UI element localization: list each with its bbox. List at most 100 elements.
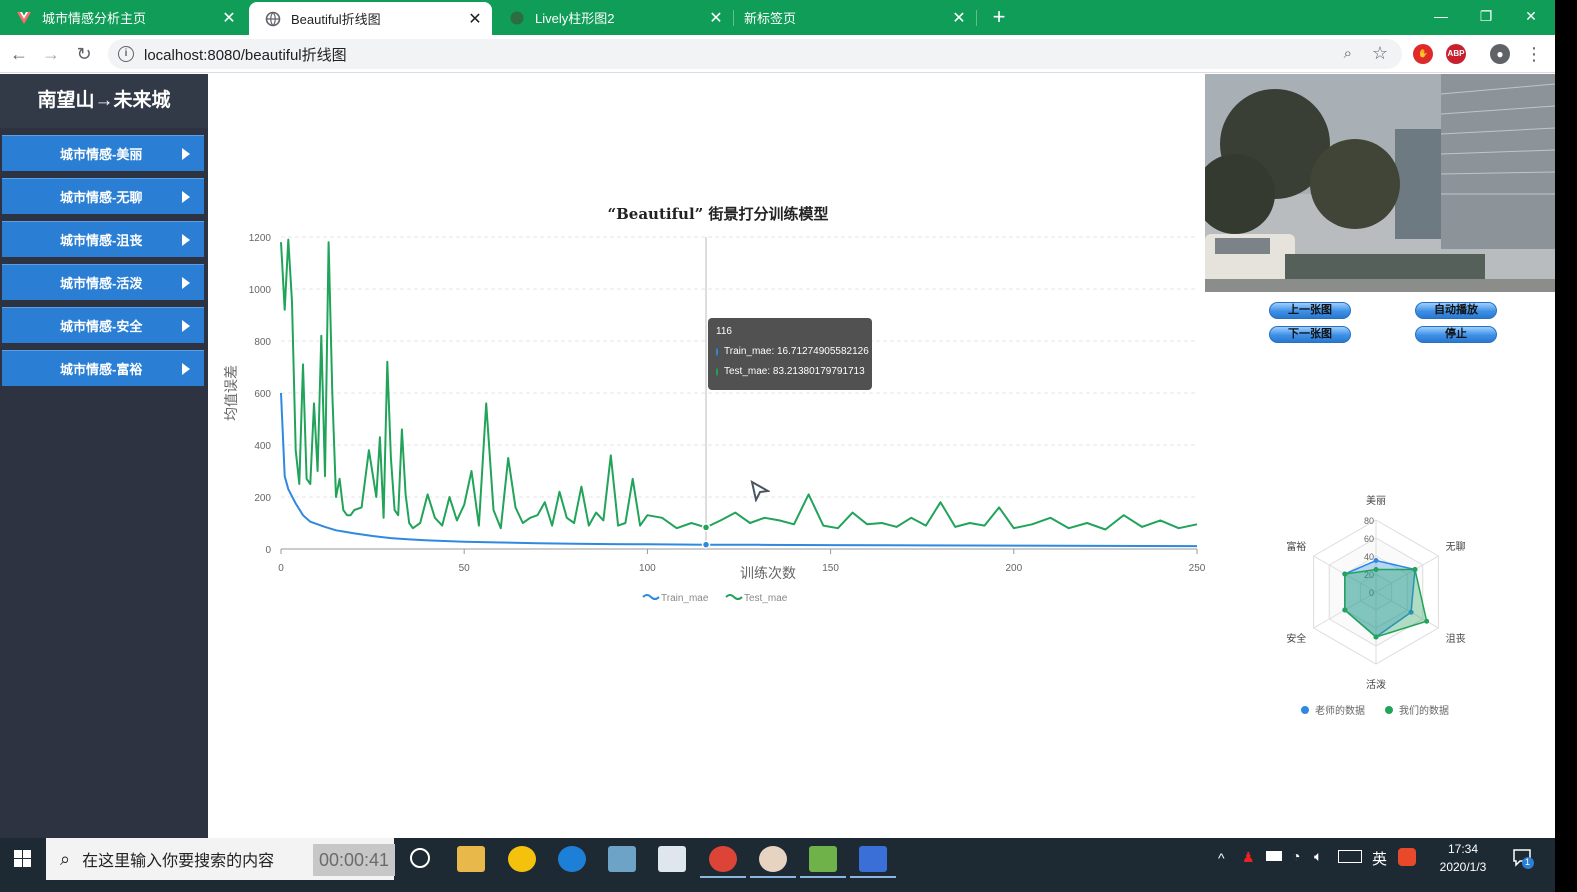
radar-point [1373, 567, 1379, 572]
extension-hand-icon[interactable]: ✋ [1413, 44, 1433, 64]
sidebar-item-label: 城市情感-沮丧 [60, 233, 143, 248]
close-tab-icon[interactable]: ✕ [464, 9, 486, 29]
globe-icon [509, 10, 525, 26]
tab-title: Beautiful折线图 [291, 12, 381, 27]
app-icon-yellow[interactable] [508, 846, 536, 872]
forward-button[interactable]: → [40, 43, 62, 65]
radar-point [1373, 634, 1379, 640]
main-content: “Beautiful” 街景打分训练模型 0 200 400 600 800 1000 120… [208, 74, 1205, 838]
address-bar[interactable]: i localhost:8080/beautiful折线图 ⌕ ☆ [108, 39, 1402, 69]
volume-icon[interactable]: 🔈︎ [1314, 848, 1322, 865]
radar-point [1412, 567, 1418, 572]
radar-axis-label: 沮丧 [1446, 632, 1466, 645]
profile-avatar-icon[interactable]: ● [1490, 44, 1510, 64]
app-icon-image[interactable] [809, 846, 837, 872]
notification-icon[interactable]: 1 [1512, 847, 1534, 869]
tab-new-tab[interactable]: 新标签页 ✕ [734, 0, 976, 35]
legend-label: 我们的数据 [1399, 704, 1449, 717]
legend-icon [642, 594, 660, 600]
close-tab-icon[interactable]: ✕ [705, 8, 727, 28]
keyboard-icon[interactable] [1338, 850, 1362, 863]
x-tick-label: 250 [1189, 563, 1205, 574]
cortana-icon[interactable] [410, 848, 430, 868]
radar-point [1424, 618, 1430, 624]
sidebar-item-boring[interactable]: 城市情感-无聊 [2, 178, 204, 214]
caret-right-icon [182, 320, 190, 332]
tab-lively-bar-chart[interactable]: Lively柱形图2 ✕ [493, 0, 733, 35]
qq-icon[interactable]: ♟ [1242, 849, 1255, 866]
sidebar-item-beautiful[interactable]: 城市情感-美丽 [2, 135, 204, 171]
browser-toolbar: ← → ↻ i localhost:8080/beautiful折线图 ⌕ ☆ … [0, 35, 1555, 73]
wifi-icon[interactable]: ◔ [1292, 848, 1300, 864]
series-dot-icon [716, 367, 718, 376]
tooltip-series-name: Train_mae [724, 346, 772, 357]
menu-kebab-icon[interactable]: ⋮ [1523, 43, 1545, 65]
clock[interactable]: 17:34 2020/1/3 [1430, 840, 1496, 876]
legend-label: 老师的数据 [1315, 704, 1365, 717]
autoplay-button[interactable]: 自动播放 [1415, 302, 1497, 319]
sidebar-item-label: 城市情感-无聊 [60, 190, 143, 205]
back-button[interactable]: ← [8, 43, 30, 65]
sidebar-item-safety[interactable]: 城市情感-安全 [2, 307, 204, 343]
sidebar-item-wealthy[interactable]: 城市情感-富裕 [2, 350, 204, 386]
sogou-icon[interactable] [1398, 848, 1416, 866]
restore-button[interactable]: ❐ [1463, 0, 1509, 32]
radar-ring-label: 60 [1364, 534, 1374, 544]
sidebar-item-label: 城市情感-富裕 [60, 362, 143, 377]
info-icon[interactable]: i [118, 46, 134, 62]
globe-icon [265, 11, 281, 27]
zoom-icon[interactable]: ⌕ [1344, 45, 1352, 62]
chrome-icon[interactable] [709, 846, 737, 872]
ime-indicator[interactable]: 英 [1372, 848, 1387, 869]
app-icon-blue[interactable] [558, 846, 586, 872]
sidebar-item-lively[interactable]: 城市情感-活泼 [2, 264, 204, 300]
clock-date: 2020/1/3 [1439, 860, 1487, 874]
sidebar-item-label: 城市情感-美丽 [60, 147, 143, 162]
prev-image-button[interactable]: 上一张图 [1269, 302, 1351, 319]
close-tab-icon[interactable]: ✕ [218, 8, 240, 28]
radar-chart[interactable]: 美丽无聊沮丧活泼安全富裕020406080老师的数据 我们的数据 [1205, 480, 1555, 730]
next-image-button[interactable]: 下一张图 [1269, 326, 1351, 343]
app-icon-player[interactable] [859, 846, 887, 872]
sidebar-item-depressing[interactable]: 城市情感-沮丧 [2, 221, 204, 257]
close-window-button[interactable]: ✕ [1508, 0, 1554, 32]
stop-button[interactable]: 停止 [1415, 326, 1497, 343]
sidebar-item-label: 城市情感-安全 [60, 319, 143, 334]
close-tab-icon[interactable]: ✕ [948, 8, 970, 28]
y-axis-label: 均值误差 [223, 365, 239, 421]
minimize-button[interactable]: — [1418, 0, 1464, 32]
legend-icon [725, 594, 743, 600]
x-tick-label: 100 [639, 563, 656, 574]
legend-icon [1301, 706, 1309, 714]
series-dot-icon [716, 347, 718, 356]
tab-city-emotion-home[interactable]: 城市情感分析主页 ✕ [0, 0, 246, 35]
tab-title: 城市情感分析主页 [42, 11, 147, 26]
app-icon-avatar[interactable] [759, 846, 787, 872]
windows-start-button[interactable] [0, 838, 46, 892]
tab-title: 新标签页 [744, 11, 797, 26]
file-explorer-icon[interactable] [457, 846, 485, 872]
y-tick-label: 1200 [249, 233, 272, 244]
battery-icon[interactable] [1266, 851, 1282, 861]
caret-right-icon [182, 363, 190, 375]
app-icon-editor[interactable] [658, 846, 686, 872]
y-tick-label: 400 [254, 441, 271, 452]
x-axis-label: 训练次数 [740, 565, 796, 581]
screen-border [1555, 0, 1577, 892]
radar-axis-label: 无聊 [1446, 540, 1466, 553]
bookmark-star-icon[interactable]: ☆ [1372, 43, 1388, 64]
tab-beautiful-line-chart[interactable]: Beautiful折线图 ✕ [249, 2, 492, 35]
new-tab-button[interactable]: + [988, 6, 1010, 28]
active-app-indicator [700, 876, 746, 878]
line-chart[interactable]: “Beautiful” 街景打分训练模型02004006008001000120… [208, 74, 1205, 838]
adblock-icon[interactable]: ABP [1446, 44, 1466, 64]
radar-point [1373, 558, 1379, 563]
reload-button[interactable]: ↻ [73, 43, 95, 65]
search-icon: ⌕ [60, 848, 71, 869]
caret-right-icon [182, 191, 190, 203]
radar-axis-label: 安全 [1286, 632, 1306, 645]
tray-chevron-up-icon[interactable]: ^ [1218, 850, 1225, 866]
chart-tooltip: 116 Train_mae: 16.71274905582126 Test_ma… [708, 318, 872, 390]
radar-axis-label: 富裕 [1286, 540, 1306, 553]
app-icon-notes[interactable] [608, 846, 636, 872]
